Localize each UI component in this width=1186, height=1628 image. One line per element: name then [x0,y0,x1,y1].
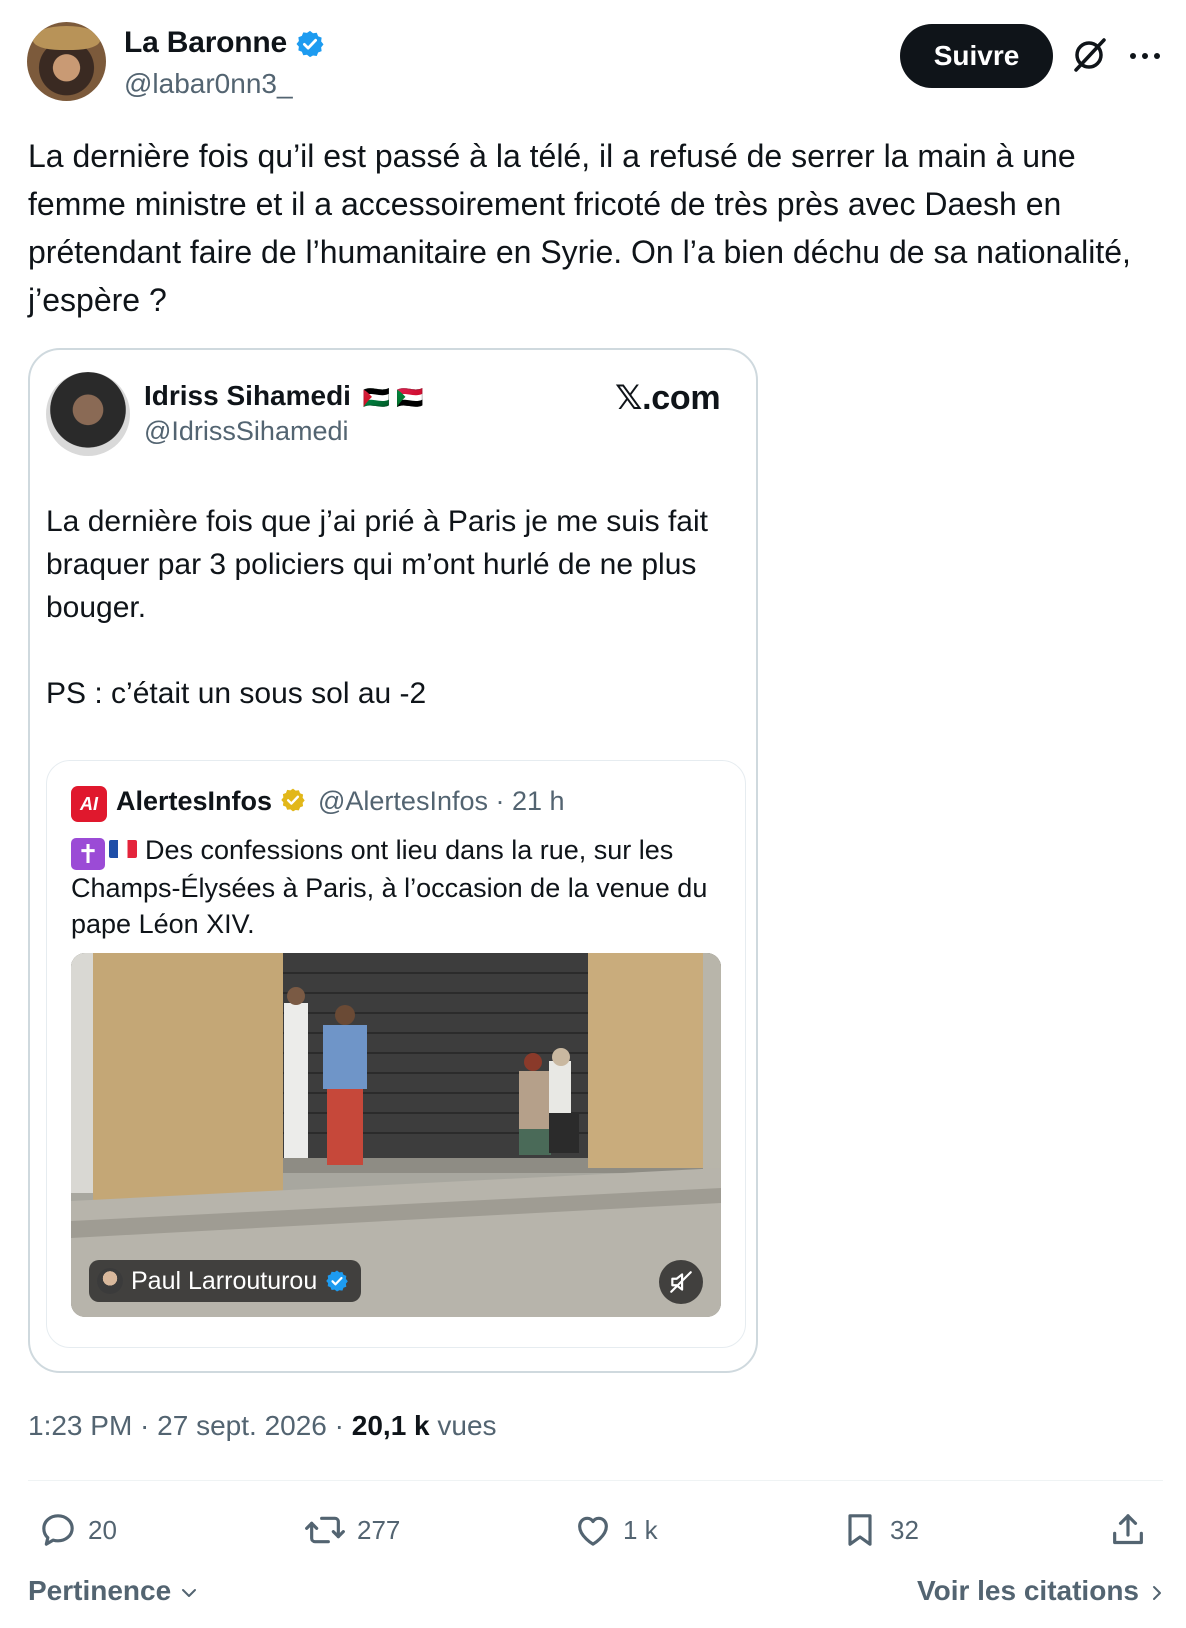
nested-author-name-text: AlertesInfos [116,786,273,816]
tweet-timestamp: 1:23 PM · 27 sept. 2026 · 20,1 k vues [28,1410,497,1441]
like-count: 1 k [623,1514,658,1545]
author-avatar[interactable] [27,22,106,101]
heart-icon [578,1516,608,1546]
view-quotes-link[interactable]: Voir les citations [917,1575,1167,1607]
quoted-author-name: Idriss Sihamedi 🇵🇸 🇸🇩 [144,380,424,412]
quoted-author-name-text: Idriss Sihamedi [144,380,351,411]
nested-tweet-text-content: Des confessions ont lieu dans la rue, su… [71,835,708,939]
tagged-user-avatar [97,1268,123,1294]
share-button[interactable] [1108,1506,1148,1554]
repost-button[interactable]: 277 [303,1506,400,1554]
alertesinfos-logo: AI [71,786,107,822]
tweet-text: La dernière fois qu’il est passé à la té… [28,138,1131,318]
french-flag-icon [109,840,137,858]
video-tag[interactable]: Paul Larrouturou [89,1260,362,1302]
mute-button[interactable] [659,1260,703,1304]
view-quotes-label: Voir les citations [917,1575,1139,1606]
verified-gold-badge-icon [280,788,305,812]
quoted-author-handle: @IdrissSihamedi [144,416,349,446]
x-com-logo: 𝕏.com [615,379,721,417]
sort-label: Pertinence [28,1575,172,1606]
tweet-time[interactable]: 1:23 PM [28,1410,132,1441]
tagged-user-name: Paul Larrouturou [131,1266,318,1295]
bookmark-count: 32 [890,1514,919,1545]
reply-button[interactable]: 20 [38,1506,117,1554]
sort-dropdown[interactable]: Pertinence [28,1575,199,1607]
repost-count: 277 [357,1514,401,1545]
grok-icon[interactable] [1067,33,1111,77]
divider [28,1480,1163,1481]
share-icon [1113,1514,1143,1545]
speaker-muted-icon [670,1271,692,1293]
bookmark-icon [848,1514,872,1546]
nested-author-meta: @AlertesInfos · 21 h [318,786,565,816]
tweet-date[interactable]: 27 sept. 2026 [157,1410,327,1441]
reply-icon [42,1514,74,1546]
reply-count: 20 [88,1514,117,1545]
views-label: vues [437,1410,497,1441]
latin-cross-emoji: ✝ [71,838,105,870]
nested-tweet-text: ✝ Des confessions ont lieu dans la rue, s… [71,832,731,942]
author-name[interactable]: La Baronne [124,26,325,60]
views-count: 20,1 k [351,1410,430,1441]
follow-button[interactable]: Suivre [900,24,1053,88]
nested-author-name: AlertesInfos [116,786,306,817]
quoted-author-flags: 🇵🇸 🇸🇩 [362,385,424,410]
verified-badge-icon [296,30,324,58]
repost-icon [305,1516,345,1544]
quoted-author-avatar [46,372,130,456]
quoted-tweet-text: La dernière fois que j’ai prié à Paris j… [46,505,708,710]
chevron-right-icon [1152,1586,1161,1600]
bookmark-button[interactable]: 32 [840,1506,919,1554]
author-name-text: La Baronne [124,26,288,59]
like-button[interactable]: 1 k [573,1506,658,1554]
chevron-down-icon [181,1589,196,1597]
author-handle[interactable]: @labar0nn3_ [124,68,293,100]
more-options-icon[interactable] [1125,36,1165,76]
verified-badge-icon [326,1270,349,1292]
